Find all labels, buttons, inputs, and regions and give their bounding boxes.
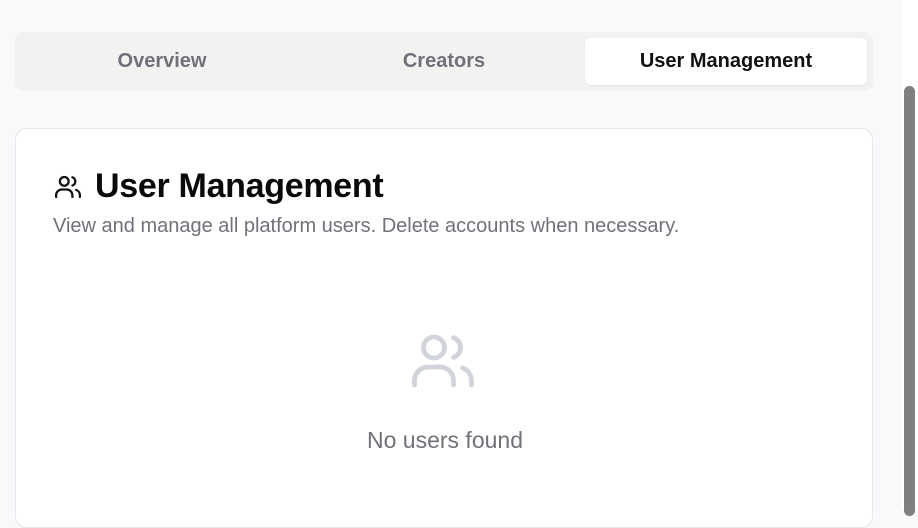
card-header: User Management — [53, 167, 384, 206]
user-management-card: User Management View and manage all plat… — [15, 128, 873, 528]
scrollbar[interactable] — [902, 0, 918, 516]
tab-bar: Overview Creators User Management — [15, 32, 873, 91]
scrollbar-thumb[interactable] — [904, 86, 915, 516]
tab-creators[interactable]: Creators — [303, 38, 585, 85]
tab-overview[interactable]: Overview — [21, 38, 303, 85]
users-icon — [53, 172, 83, 202]
card-title: User Management — [95, 167, 384, 205]
card-description: View and manage all platform users. Dele… — [53, 215, 680, 237]
tab-user-management[interactable]: User Management — [585, 38, 867, 85]
empty-state-users-icon — [407, 325, 479, 397]
empty-state-message: No users found — [367, 427, 523, 453]
